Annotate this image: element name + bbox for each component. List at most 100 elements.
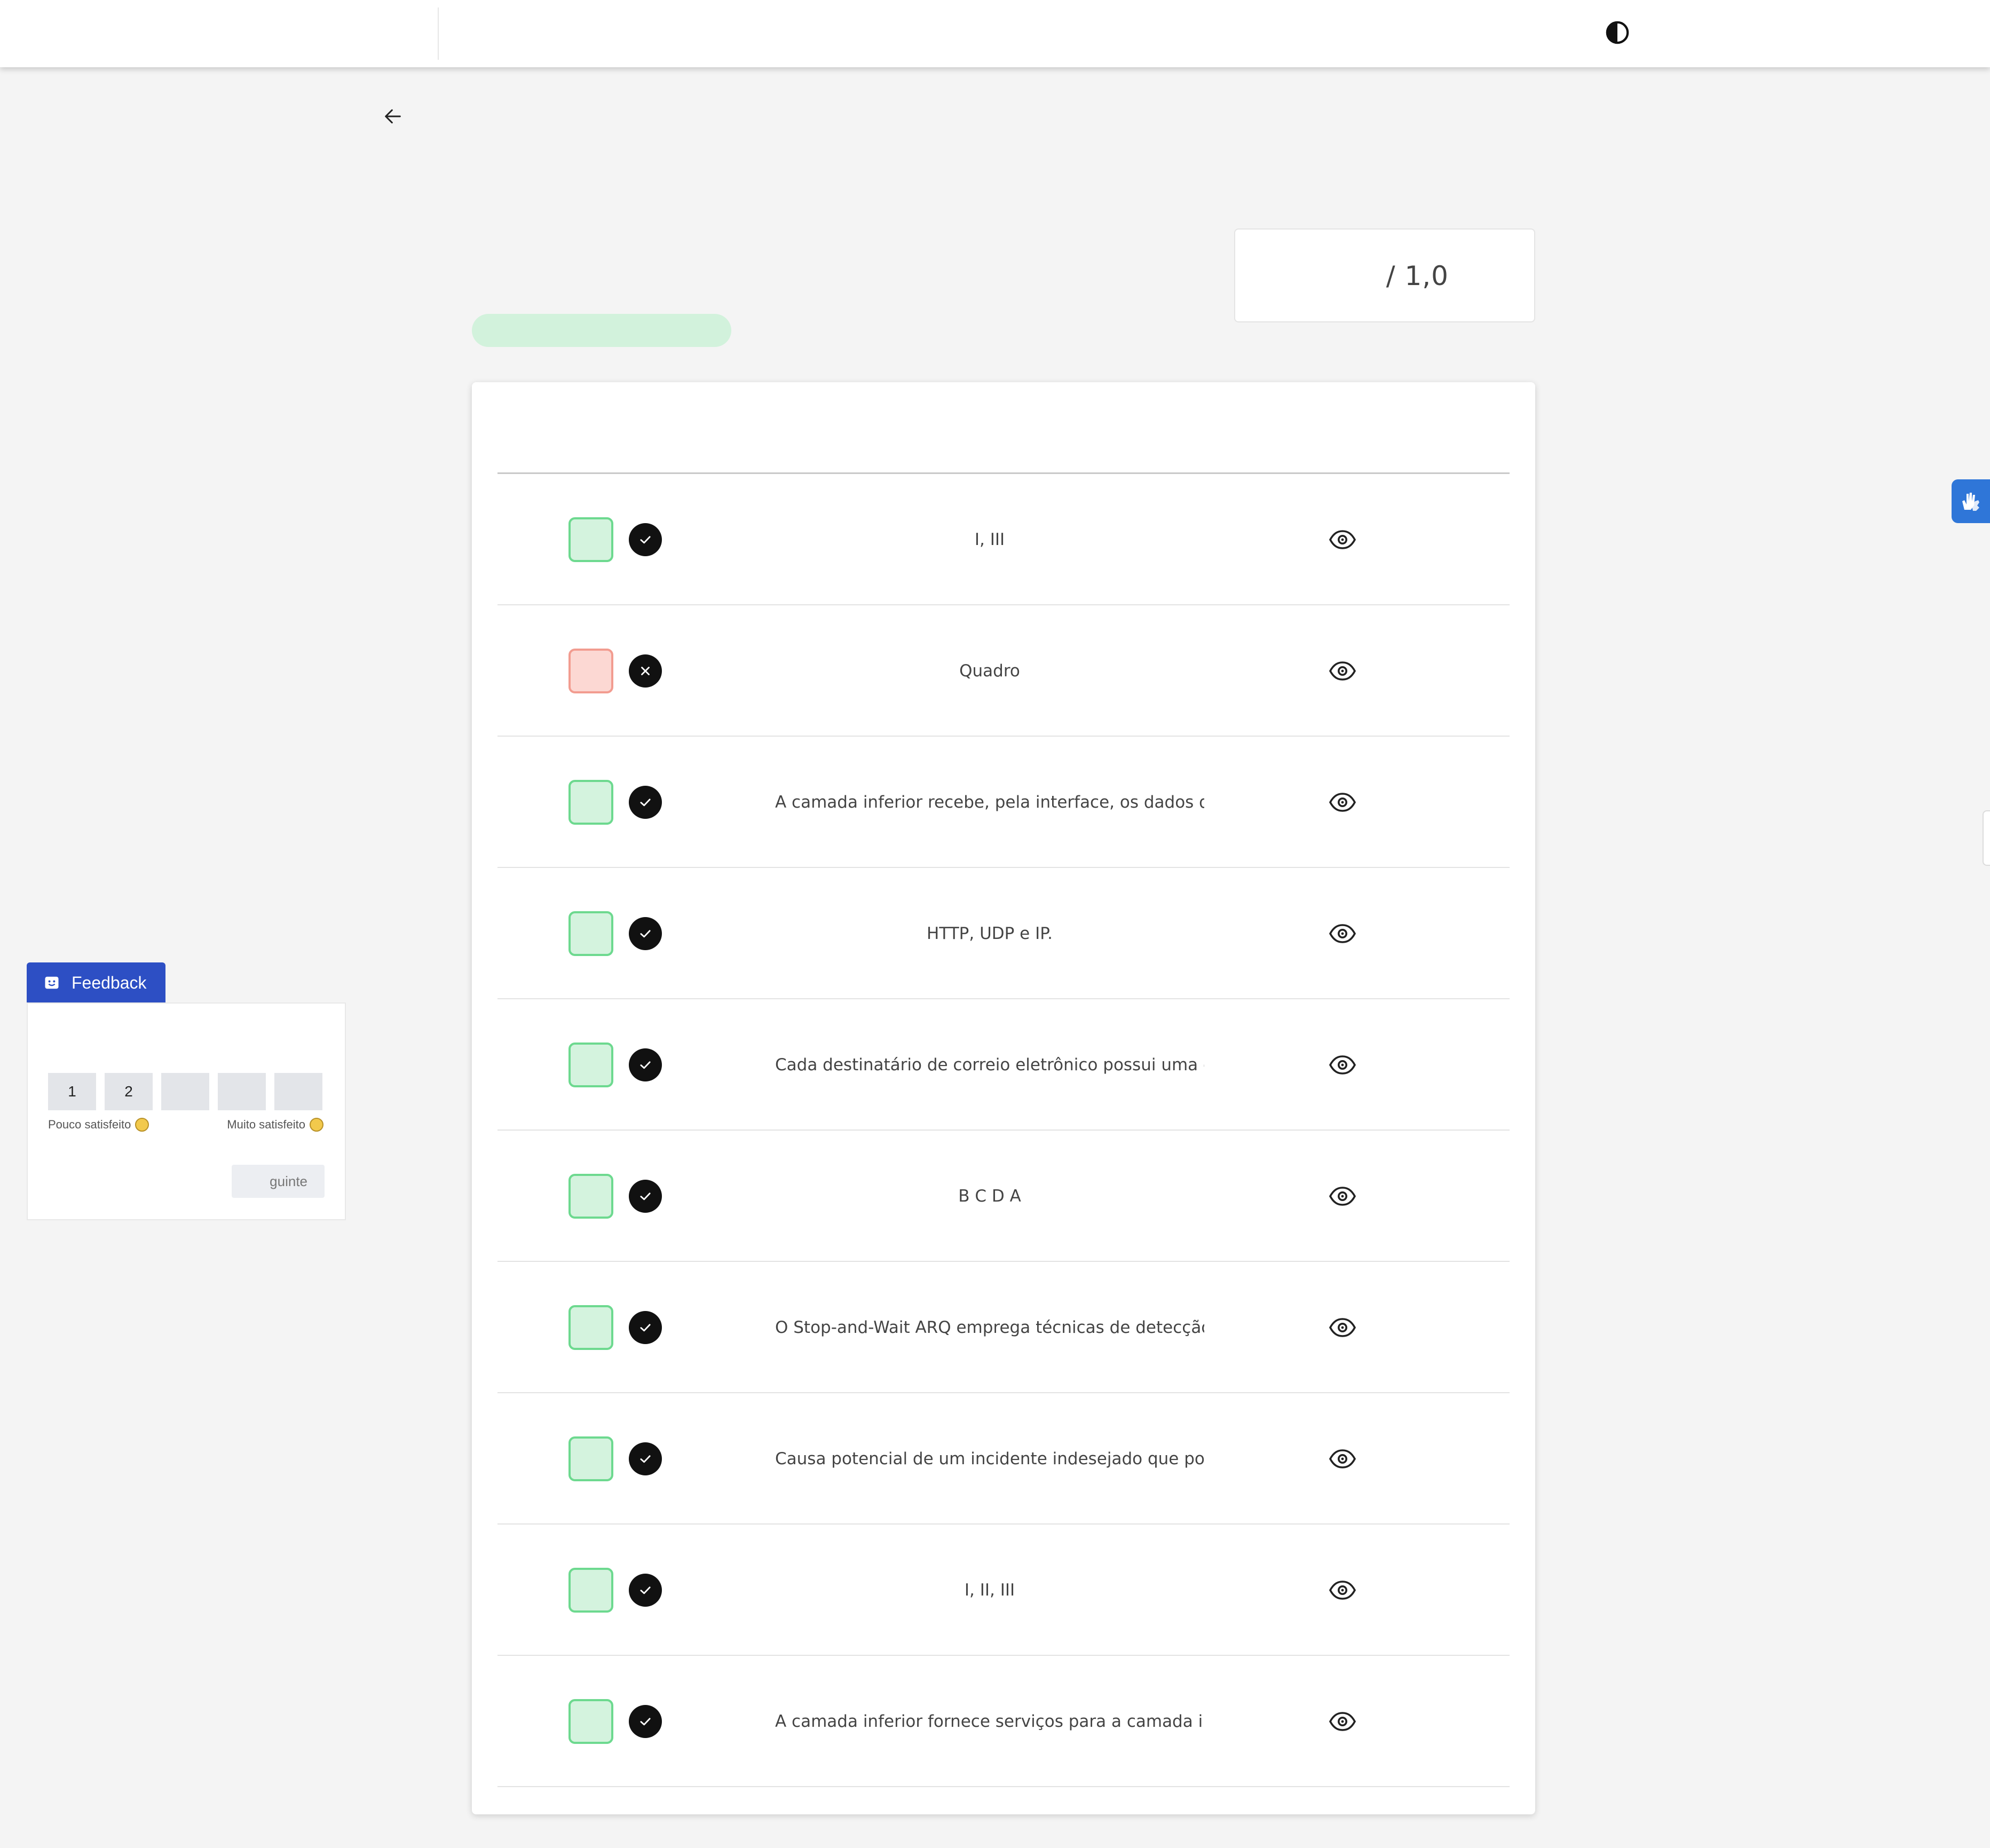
answer-text: A camada inferior fornece serviços para … — [775, 1712, 1204, 1731]
answer-row: HTTP, UDP e IP. — [498, 868, 1510, 999]
answer-status-badge — [629, 1048, 662, 1081]
answers-table-header — [498, 382, 1510, 474]
answer-row: I, II, III — [498, 1525, 1510, 1656]
answers-card: I, III Quadro A camada inferior recebe, pe… — [472, 382, 1535, 1814]
eye-icon — [1329, 1449, 1356, 1468]
score-box: / 1,0 — [1234, 228, 1535, 322]
answer-status-badge — [629, 1574, 662, 1607]
correct-answer-box — [568, 1043, 613, 1087]
answer-text: Cada destinatário de correio eletrônico … — [775, 1055, 1204, 1075]
check-icon — [640, 1586, 651, 1594]
correct-answer-box — [568, 1174, 613, 1219]
view-answer-button[interactable] — [1328, 1183, 1357, 1209]
view-answer-button[interactable] — [1328, 789, 1357, 815]
high-satisfaction-text: Muito satisfeito — [227, 1118, 305, 1131]
unhappy-emoji-icon — [135, 1118, 149, 1132]
view-answer-button[interactable] — [1328, 1446, 1357, 1472]
check-icon — [640, 1324, 651, 1332]
top-bar — [0, 0, 1990, 67]
view-answer-button[interactable] — [1328, 1577, 1357, 1603]
answer-status-badge — [629, 786, 662, 819]
status-badge — [472, 314, 731, 347]
satisfaction-scale: 1 2 — [48, 1073, 322, 1110]
arrow-left-icon — [385, 109, 401, 124]
feedback-panel: 1 2 Pouco satisfeito Muito satisfeito gu… — [27, 1002, 346, 1220]
check-icon — [640, 1455, 651, 1463]
sign-language-hands-icon — [1962, 493, 1979, 511]
check-icon — [640, 1061, 651, 1069]
rating-option-4[interactable] — [218, 1073, 266, 1110]
answer-row: O Stop-and-Wait ARQ emprega técnicas de … — [498, 1262, 1510, 1393]
check-icon — [640, 536, 651, 544]
view-answer-button[interactable] — [1328, 658, 1357, 684]
rating-option-2[interactable]: 2 — [105, 1073, 153, 1110]
back-button[interactable] — [379, 102, 407, 130]
high-satisfaction-label: Muito satisfeito — [227, 1118, 323, 1132]
view-answer-button[interactable] — [1328, 1709, 1357, 1734]
eye-icon — [1329, 661, 1356, 681]
eye-icon — [1329, 924, 1356, 943]
answer-status-badge — [629, 654, 662, 688]
answer-status-badge — [629, 1180, 662, 1213]
check-icon — [640, 799, 651, 807]
check-icon — [640, 1192, 651, 1201]
answer-row: A camada inferior recebe, pela interface… — [498, 737, 1510, 868]
answer-text: I, III — [974, 530, 1005, 549]
correct-answer-box — [568, 1436, 613, 1481]
side-panel-handle[interactable] — [1983, 810, 1990, 866]
answer-text: Causa potencial de um incidente indeseja… — [775, 1449, 1204, 1468]
answer-row: A camada inferior fornece serviços para … — [498, 1656, 1510, 1787]
eye-icon — [1329, 1712, 1356, 1731]
contrast-icon — [1606, 21, 1629, 44]
answer-text: I, II, III — [964, 1581, 1015, 1600]
answer-status-badge — [629, 1311, 662, 1344]
contrast-toggle-button[interactable] — [1604, 19, 1631, 46]
accessibility-button[interactable] — [1952, 479, 1990, 523]
view-answer-button[interactable] — [1328, 921, 1357, 946]
answer-row: B C D A — [498, 1131, 1510, 1262]
correct-answer-box — [568, 911, 613, 956]
incorrect-answer-box — [568, 649, 613, 693]
correct-answer-box — [568, 1699, 613, 1744]
smile-box-icon — [45, 976, 59, 989]
answer-text: A camada inferior recebe, pela interface… — [775, 793, 1204, 812]
low-satisfaction-text: Pouco satisfeito — [48, 1118, 131, 1131]
correct-answer-box — [568, 780, 613, 825]
view-answer-button[interactable] — [1328, 1052, 1357, 1078]
check-icon — [640, 930, 651, 938]
eye-icon — [1329, 1187, 1356, 1206]
feedback-tab-label: Feedback — [72, 973, 147, 992]
correct-answer-box — [568, 1568, 613, 1613]
answer-status-badge — [629, 917, 662, 950]
eye-icon — [1329, 793, 1356, 812]
eye-icon — [1329, 1318, 1356, 1337]
answer-text: HTTP, UDP e IP. — [927, 924, 1053, 943]
check-icon — [640, 1718, 651, 1726]
answer-status-badge — [629, 1442, 662, 1475]
topbar-divider — [438, 7, 439, 60]
answer-status-badge — [629, 1705, 662, 1738]
answer-text: Quadro — [959, 661, 1020, 681]
answer-text: O Stop-and-Wait ARQ emprega técnicas de … — [775, 1318, 1204, 1337]
rating-option-1[interactable]: 1 — [48, 1073, 96, 1110]
next-button[interactable]: guinte — [232, 1165, 325, 1198]
low-satisfaction-label: Pouco satisfeito — [48, 1118, 149, 1132]
answer-row: Cada destinatário de correio eletrônico … — [498, 999, 1510, 1131]
answer-text: B C D A — [958, 1187, 1021, 1206]
x-icon — [641, 667, 650, 675]
correct-answer-box — [568, 1305, 613, 1350]
rating-option-5[interactable] — [274, 1073, 322, 1110]
rating-option-3[interactable] — [161, 1073, 209, 1110]
answer-row: Quadro — [498, 605, 1510, 737]
view-answer-button[interactable] — [1328, 527, 1357, 552]
happy-emoji-icon — [310, 1118, 323, 1132]
feedback-tab[interactable]: Feedback — [27, 962, 165, 1003]
answer-row: Causa potencial de um incidente indeseja… — [498, 1393, 1510, 1525]
view-answer-button[interactable] — [1328, 1315, 1357, 1340]
eye-icon — [1329, 1581, 1356, 1600]
eye-icon — [1329, 530, 1356, 549]
eye-icon — [1329, 1055, 1356, 1075]
answer-row: I, III — [498, 474, 1510, 605]
answer-status-badge — [629, 523, 662, 556]
correct-answer-box — [568, 517, 613, 562]
